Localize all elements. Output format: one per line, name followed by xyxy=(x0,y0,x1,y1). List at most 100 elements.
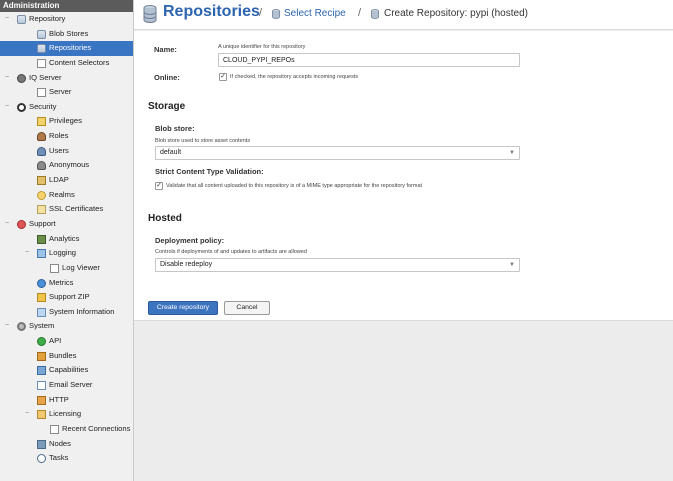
sidebar-item-label: Nodes xyxy=(49,438,71,448)
sidebar-item-ldap[interactable]: LDAP xyxy=(0,173,133,188)
analytics-icon xyxy=(37,234,46,244)
zip-icon xyxy=(37,293,46,303)
sidebar-item-log-viewer[interactable]: Log Viewer xyxy=(0,261,133,276)
sidebar-item-label: Capabilities xyxy=(49,365,89,375)
sidebar-item-label: Content Selectors xyxy=(49,57,110,67)
sidebar-item-label: Recent Connections xyxy=(62,423,131,433)
http-icon xyxy=(37,395,46,405)
collapse-toggle-icon[interactable]: − xyxy=(24,246,30,261)
online-checkbox[interactable]: ✓ xyxy=(219,73,227,81)
ldap-icon xyxy=(37,176,46,186)
sidebar-item-http[interactable]: HTTP xyxy=(0,393,133,408)
database-icon xyxy=(272,9,280,19)
admin-sidebar: Administration − Repository Blob Stores Rep… xyxy=(0,0,134,481)
sidebar-item-bundles[interactable]: Bundles xyxy=(0,349,133,364)
sidebar-item-label: Roles xyxy=(49,131,69,141)
create-repository-button[interactable]: Create repository xyxy=(148,301,218,315)
sidebar-item-label: IQ Server xyxy=(29,72,62,82)
database-icon xyxy=(37,44,46,54)
breadcrumb-separator: / xyxy=(259,7,263,19)
sidebar-item-label: Licensing xyxy=(49,409,82,419)
deployment-policy-select[interactable]: Disable redeploy ▼ xyxy=(155,258,520,272)
sidebar-item-licensing[interactable]: − Licensing xyxy=(0,407,133,422)
page-title[interactable]: Repositories xyxy=(163,3,260,21)
sidebar-item-nodes[interactable]: Nodes xyxy=(0,437,133,452)
database-icon xyxy=(37,29,46,39)
bundles-icon xyxy=(37,351,46,361)
sidebar-item-anonymous[interactable]: Anonymous xyxy=(0,158,133,173)
strict-validation-checkbox[interactable]: ✓ xyxy=(155,182,163,190)
sidebar-item-security[interactable]: − Security xyxy=(0,100,133,115)
sidebar-item-tasks[interactable]: Tasks xyxy=(0,451,133,466)
collapse-toggle-icon[interactable]: − xyxy=(4,71,10,86)
name-help-text: A unique identifier for this repository xyxy=(218,44,306,50)
storage-section-title: Storage xyxy=(148,101,186,112)
users-icon xyxy=(37,146,46,156)
licensing-icon xyxy=(37,410,46,420)
anonymous-icon xyxy=(37,161,46,171)
strict-validation-label: Strict Content Type Validation: xyxy=(155,167,264,176)
sidebar-item-metrics[interactable]: Metrics xyxy=(0,276,133,291)
collapse-toggle-icon[interactable]: − xyxy=(4,319,10,334)
logging-icon xyxy=(37,249,46,259)
database-icon xyxy=(371,9,379,19)
page-icon xyxy=(37,88,46,98)
strict-validation-help-text: Validate that all content uploaded to th… xyxy=(166,183,423,189)
support-icon xyxy=(17,219,26,229)
sidebar-item-repositories[interactable]: Repositories xyxy=(0,41,133,56)
collapse-toggle-icon[interactable]: − xyxy=(4,100,10,115)
sidebar-item-roles[interactable]: Roles xyxy=(0,129,133,144)
sidebar-item-analytics[interactable]: Analytics xyxy=(0,232,133,247)
sidebar-item-content-selectors[interactable]: Content Selectors xyxy=(0,56,133,71)
sidebar-item-label: Logging xyxy=(49,248,77,258)
breadcrumb-current: Create Repository: pypi (hosted) xyxy=(384,8,528,19)
sidebar-item-label: Privileges xyxy=(49,116,82,126)
sidebar-item-blob-stores[interactable]: Blob Stores xyxy=(0,27,133,42)
sidebar-item-label: Support ZIP xyxy=(49,292,90,302)
sidebar-item-support-zip[interactable]: Support ZIP xyxy=(0,290,133,305)
sidebar-item-label: Tasks xyxy=(49,453,69,463)
sidebar-item-recent-connections[interactable]: Recent Connections xyxy=(0,422,133,437)
sidebar-item-capabilities[interactable]: Capabilities xyxy=(0,363,133,378)
breadcrumb-select-recipe[interactable]: Select Recipe xyxy=(284,8,346,19)
name-input[interactable] xyxy=(218,53,520,67)
sidebar-item-email-server[interactable]: Email Server xyxy=(0,378,133,393)
collapse-toggle-icon[interactable]: − xyxy=(4,217,10,232)
gear-icon xyxy=(17,322,26,332)
deployment-policy-label: Deployment policy: xyxy=(155,236,225,245)
sidebar-item-server[interactable]: Server xyxy=(0,85,133,100)
sidebar-item-label: Server xyxy=(49,87,72,97)
sidebar-item-label: Realms xyxy=(49,189,75,199)
sidebar-item-iq-server[interactable]: − IQ Server xyxy=(0,71,133,86)
sidebar-item-realms[interactable]: Realms xyxy=(0,188,133,203)
sidebar-item-label: Repositories xyxy=(49,43,92,53)
log-viewer-icon xyxy=(50,263,59,273)
sidebar-item-label: API xyxy=(49,336,62,346)
sidebar-item-users[interactable]: Users xyxy=(0,144,133,159)
sidebar-item-label: Security xyxy=(29,101,57,111)
sidebar-item-support[interactable]: − Support xyxy=(0,217,133,232)
sidebar-item-repository[interactable]: − Repository xyxy=(0,12,133,27)
sidebar-item-label: System xyxy=(29,321,55,331)
collapse-toggle-icon[interactable]: − xyxy=(24,407,30,422)
deployment-policy-help-text: Controls if deployments of and updates t… xyxy=(155,249,307,255)
sidebar-item-api[interactable]: API xyxy=(0,334,133,349)
sidebar-item-system-information[interactable]: System Information xyxy=(0,305,133,320)
cancel-button[interactable]: Cancel xyxy=(224,301,270,315)
api-icon xyxy=(37,337,46,347)
blob-store-select[interactable]: default ▼ xyxy=(155,146,520,160)
collapse-toggle-icon[interactable]: − xyxy=(4,12,10,27)
realms-icon xyxy=(37,190,46,200)
sidebar-item-logging[interactable]: − Logging xyxy=(0,246,133,261)
sidebar-item-label: Analytics xyxy=(49,233,80,243)
blob-store-label: Blob store: xyxy=(155,124,195,133)
tasks-icon xyxy=(37,454,46,464)
sidebar-item-ssl-certificates[interactable]: SSL Certificates xyxy=(0,202,133,217)
sidebar-item-label: Users xyxy=(49,145,69,155)
iq-server-icon xyxy=(17,73,26,83)
sidebar-item-system[interactable]: − System xyxy=(0,319,133,334)
sidebar-item-privileges[interactable]: Privileges xyxy=(0,114,133,129)
database-icon xyxy=(17,15,26,24)
sidebar-item-label: Bundles xyxy=(49,350,77,360)
system-information-icon xyxy=(37,307,46,317)
